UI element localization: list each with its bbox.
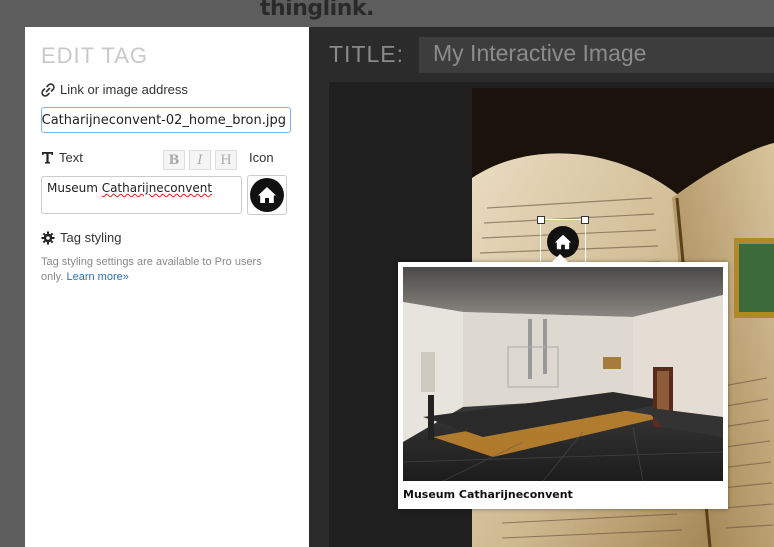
thinglink-logo: thinglink. <box>260 0 374 21</box>
bold-button[interactable]: B <box>163 150 185 170</box>
link-address-value: Catharijneconvent-02_home_bron.jpg <box>41 112 286 128</box>
title-label: TITLE: <box>329 41 405 67</box>
tag-preview-popup: Museum Catharijneconvent <box>398 254 728 509</box>
tag-text-area[interactable]: Museum Catharijneconvent <box>41 176 242 214</box>
icon-picker-button[interactable] <box>247 175 287 215</box>
link-address-input[interactable]: Catharijneconvent-02_home_bron.jpg <box>41 107 291 133</box>
home-icon <box>250 178 284 212</box>
learn-more-link[interactable]: Learn more» <box>66 271 128 283</box>
heading-button[interactable]: H <box>215 150 237 170</box>
text-label: Text <box>59 150 83 165</box>
text-icon <box>41 151 54 164</box>
tag-text-misspelled: Catharijneconvent <box>101 181 213 195</box>
resize-handle-top-right[interactable] <box>581 216 589 224</box>
link-label: Link or image address <box>60 82 188 97</box>
format-toolbar: B I H <box>163 150 237 170</box>
link-icon <box>41 82 55 97</box>
popup-arrow <box>552 254 568 262</box>
panel-title: EDIT TAG <box>41 43 149 68</box>
resize-handle-top-left[interactable] <box>537 216 545 224</box>
tag-text-prefix: Museum <box>47 181 102 195</box>
styling-note: Tag styling settings are available to Pr… <box>41 255 271 285</box>
edit-tag-panel: EDIT TAG Link or image address Catharijn… <box>25 27 309 547</box>
popup-caption: Museum Catharijneconvent <box>403 488 573 501</box>
link-label-row: Link or image address <box>41 82 188 97</box>
title-input[interactable]: My Interactive Image <box>419 37 774 73</box>
tag-styling-row: Tag styling <box>41 230 121 245</box>
museum-photo <box>403 267 723 481</box>
icon-label: Icon <box>249 150 274 165</box>
tag-styling-label: Tag styling <box>60 230 122 245</box>
gear-icon <box>41 231 55 245</box>
text-label-row: Text <box>41 150 83 165</box>
italic-button[interactable]: I <box>189 150 211 170</box>
